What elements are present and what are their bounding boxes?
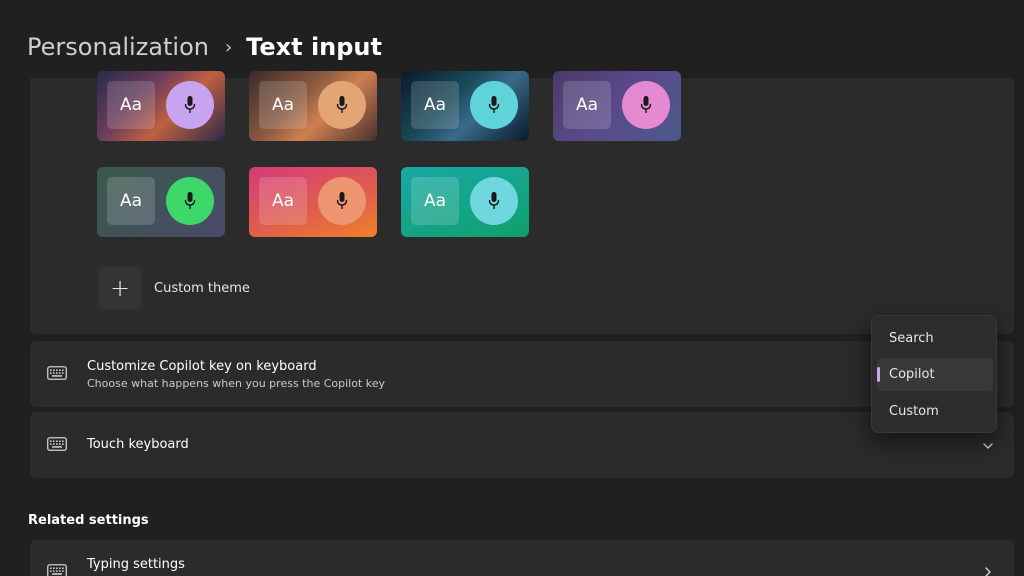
- keyboard-icon: [47, 564, 67, 576]
- chevron-down-icon[interactable]: [982, 440, 994, 452]
- selection-indicator: [877, 367, 880, 382]
- menu-item-label: Custom: [889, 404, 939, 419]
- theme-text-preview: Aa: [107, 81, 155, 129]
- copilot-key-subtitle: Choose what happens when you press the C…: [87, 377, 386, 390]
- related-settings-heading: Related settings: [28, 513, 149, 528]
- theme-tile[interactable]: Aa: [401, 71, 529, 141]
- theme-text-preview: Aa: [411, 177, 459, 225]
- theme-text-preview: Aa: [107, 177, 155, 225]
- typing-settings-title: Typing settings: [87, 557, 185, 572]
- keyboard-icon: [47, 366, 67, 380]
- microphone-icon: [318, 177, 366, 225]
- theme-tile[interactable]: Aa: [249, 167, 377, 237]
- breadcrumb: Personalization › Text input: [27, 33, 382, 61]
- microphone-icon: [166, 177, 214, 225]
- microphone-icon: [318, 81, 366, 129]
- copilot-key-setting[interactable]: Customize Copilot key on keyboard Choose…: [30, 341, 1014, 407]
- microphone-icon: [166, 81, 214, 129]
- page-title: Text input: [246, 33, 382, 61]
- theme-tile[interactable]: Aa: [97, 167, 225, 237]
- touch-keyboard-setting[interactable]: Touch keyboard: [30, 412, 1014, 478]
- theme-text-preview: Aa: [563, 81, 611, 129]
- settings-window: Personalization › Text input Aa Aa Aa Aa Aa A…: [0, 0, 1024, 576]
- menu-item-search[interactable]: Search: [877, 322, 993, 355]
- theme-text-preview: Aa: [411, 81, 459, 129]
- plus-icon: +: [109, 274, 131, 302]
- theme-text-preview: Aa: [259, 81, 307, 129]
- menu-item-custom[interactable]: Custom: [877, 395, 993, 428]
- touch-keyboard-title: Touch keyboard: [87, 437, 189, 452]
- theme-tile[interactable]: Aa: [553, 71, 681, 141]
- theme-tile[interactable]: Aa: [97, 71, 225, 141]
- custom-theme-button[interactable]: +: [98, 266, 142, 310]
- copilot-key-dropdown-menu: Search Copilot Custom: [871, 315, 997, 433]
- chevron-right-icon: [985, 567, 991, 576]
- theme-tile[interactable]: Aa: [249, 71, 377, 141]
- menu-item-label: Copilot: [889, 367, 935, 382]
- microphone-icon: [470, 81, 518, 129]
- microphone-icon: [470, 177, 518, 225]
- copilot-key-title: Customize Copilot key on keyboard: [87, 359, 317, 374]
- typing-settings-link[interactable]: Typing settings: [30, 540, 1014, 576]
- breadcrumb-parent[interactable]: Personalization: [27, 33, 209, 61]
- menu-item-copilot[interactable]: Copilot: [877, 358, 993, 391]
- theme-text-preview: Aa: [259, 177, 307, 225]
- microphone-icon: [622, 81, 670, 129]
- breadcrumb-separator-icon: ›: [224, 36, 233, 58]
- theme-tile[interactable]: Aa: [401, 167, 529, 237]
- custom-theme-label[interactable]: Custom theme: [154, 281, 250, 296]
- themes-panel: Aa Aa Aa Aa Aa Aa Aa + Custom theme: [30, 71, 1014, 334]
- menu-item-label: Search: [889, 331, 934, 346]
- keyboard-icon: [47, 437, 67, 451]
